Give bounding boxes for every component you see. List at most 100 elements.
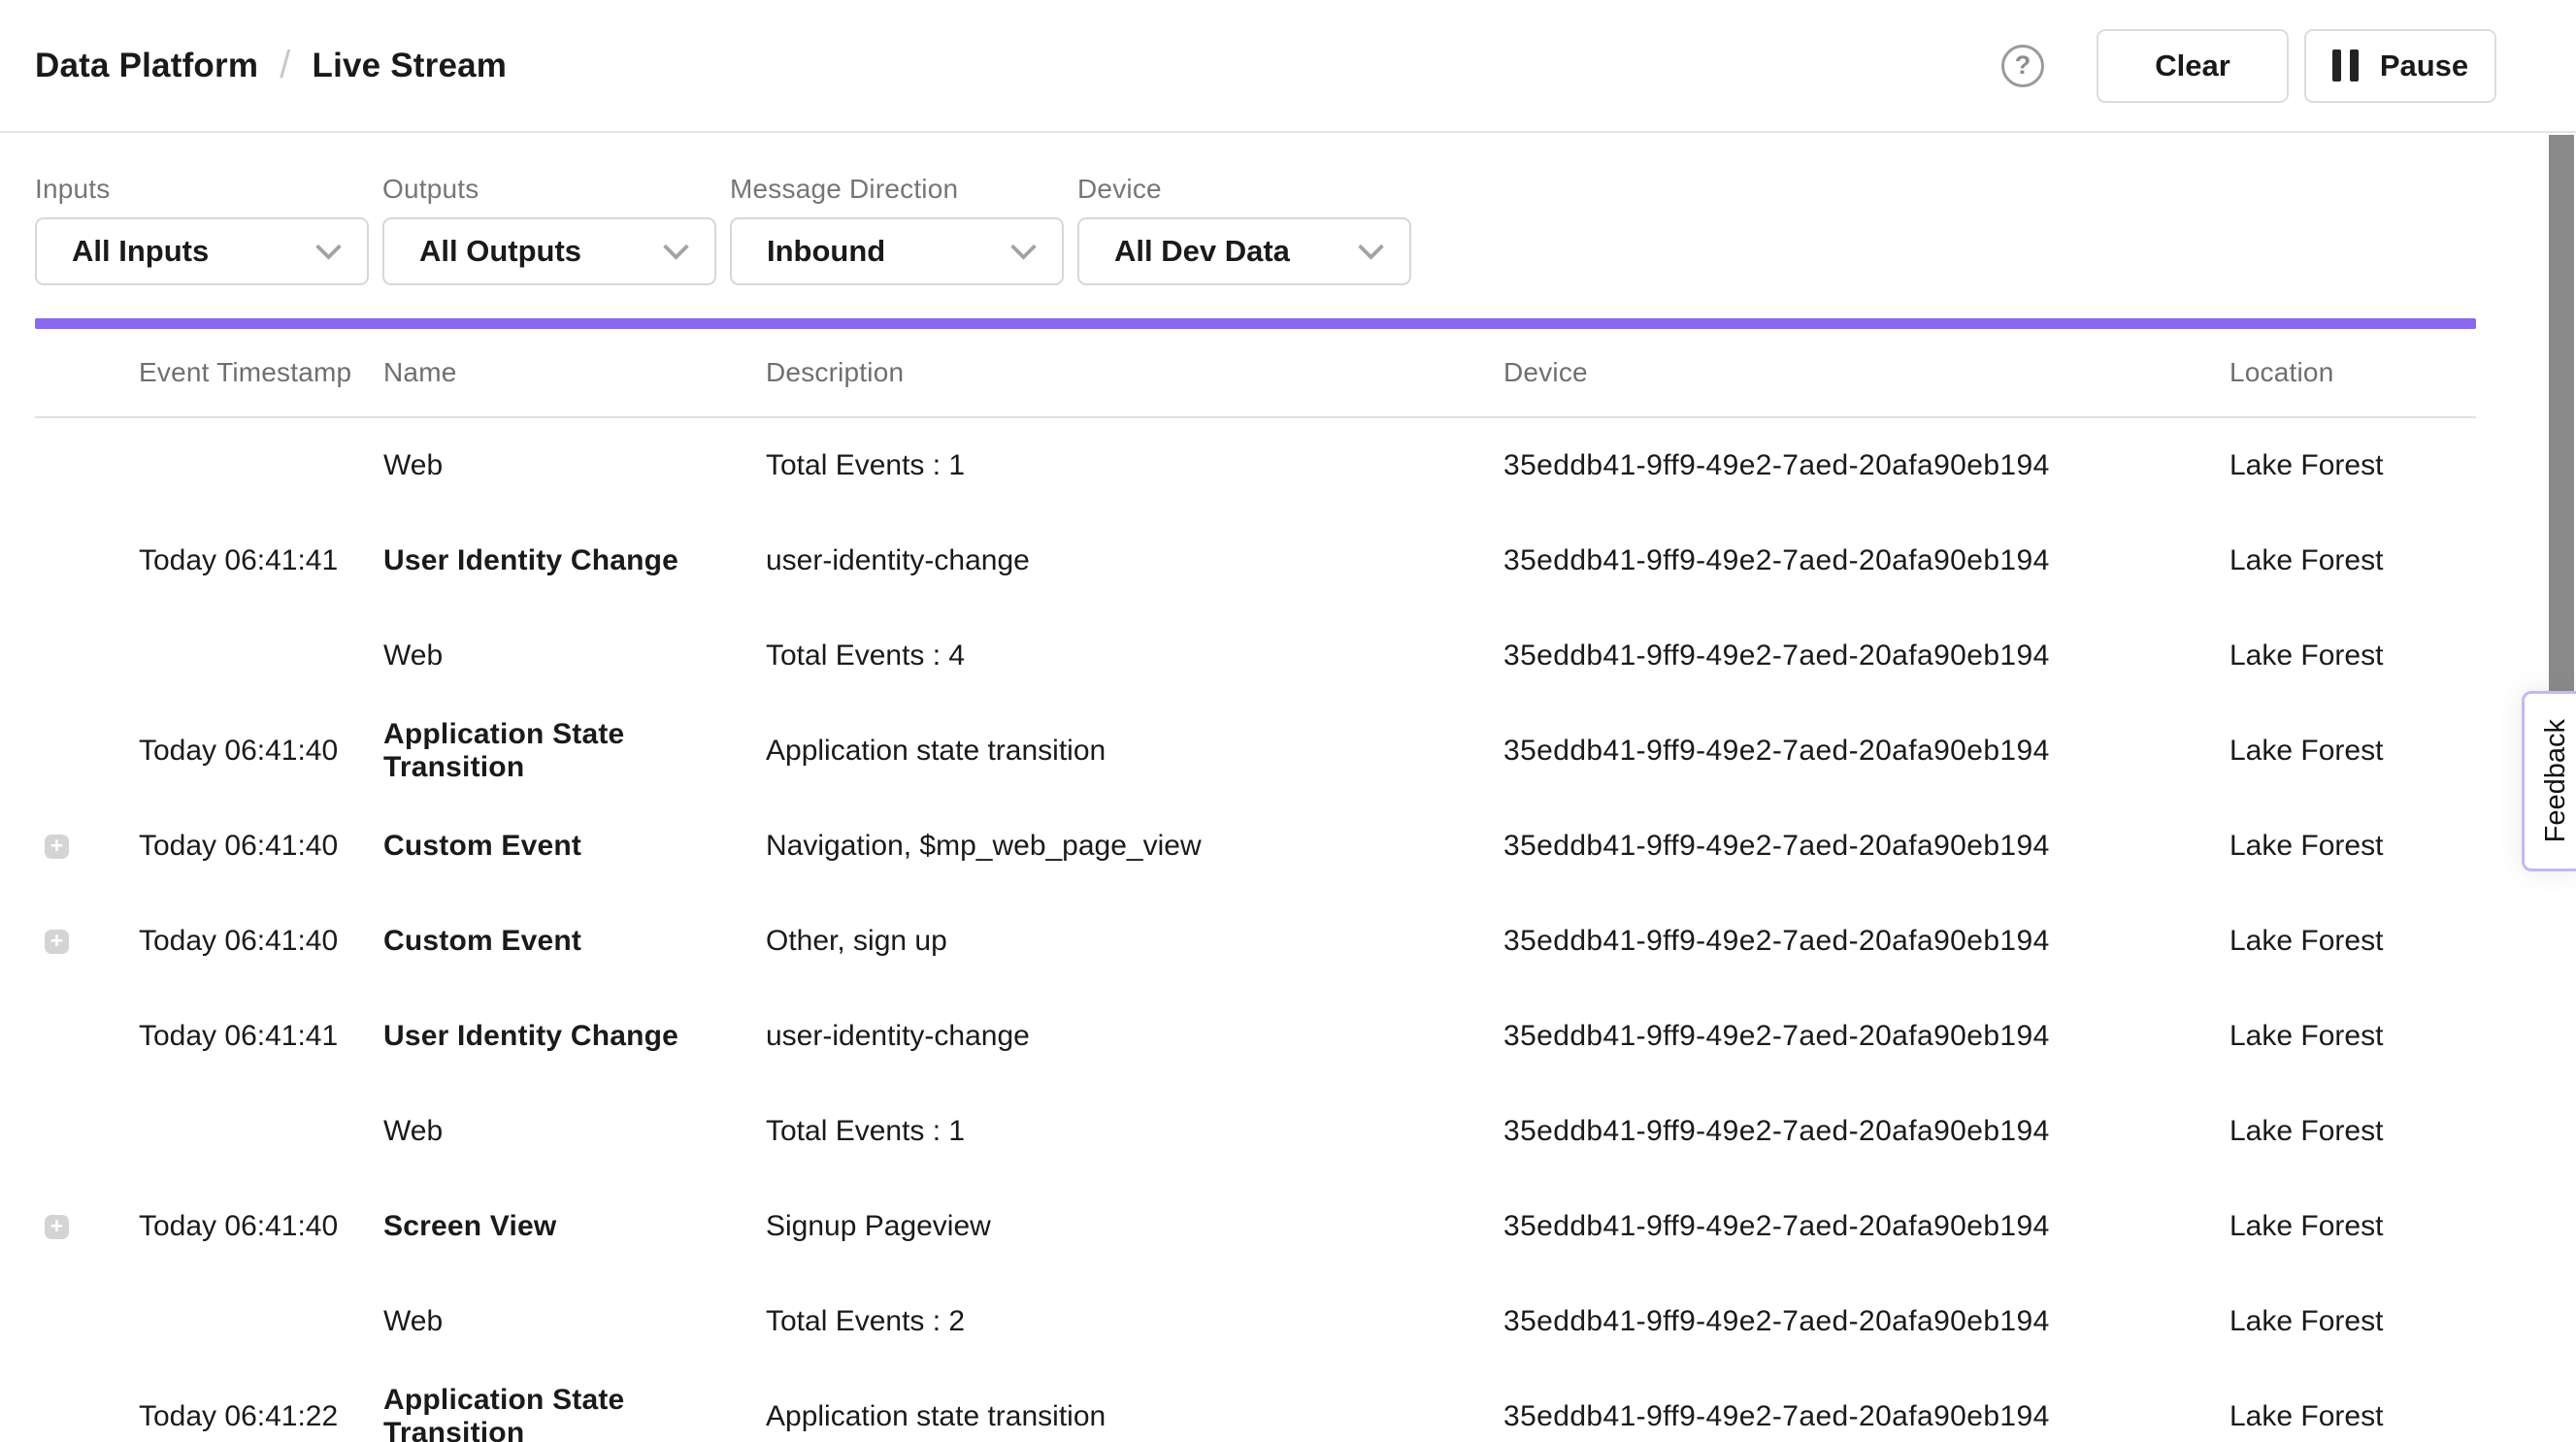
- event-row-expand-cell: +: [35, 835, 139, 859]
- event-name-cell: Custom Event: [383, 830, 766, 863]
- event-description-cell: Total Events : 4: [766, 639, 1503, 672]
- inputs-filter-label: Inputs: [35, 174, 369, 205]
- event-timestamp-cell: Today 06:41:40: [139, 735, 383, 768]
- outputs-filter-label: Outputs: [382, 174, 716, 205]
- clear-button-label: Clear: [2155, 49, 2230, 83]
- event-name-cell: User Identity Change: [383, 1020, 766, 1053]
- chevron-down-icon: [1358, 234, 1384, 260]
- page-header: Data Platform / Live Stream ? Clear Paus…: [0, 0, 2576, 133]
- event-location-cell: Lake Forest: [2229, 1020, 2476, 1053]
- event-description-cell: Application state transition: [766, 735, 1503, 768]
- event-description-cell: Total Events : 1: [766, 1115, 1503, 1148]
- event-row-expand-cell: +: [35, 1310, 139, 1334]
- pause-button[interactable]: Pause: [2304, 29, 2496, 103]
- event-row[interactable]: + Web Total Events : 1 35eddb41-9ff9-49e…: [35, 1084, 2476, 1179]
- column-header-description: Description: [766, 357, 1503, 388]
- chevron-down-icon: [315, 234, 342, 260]
- event-device-cell: 35eddb41-9ff9-49e2-7aed-20afa90eb194: [1503, 1305, 2229, 1338]
- events-table-body: + Web Total Events : 1 35eddb41-9ff9-49e…: [35, 418, 2476, 1442]
- event-location-cell: Lake Forest: [2229, 449, 2476, 482]
- event-device-cell: 35eddb41-9ff9-49e2-7aed-20afa90eb194: [1503, 1115, 2229, 1148]
- event-description-cell: Other, sign up: [766, 925, 1503, 958]
- vertical-scrollbar[interactable]: [2549, 135, 2574, 691]
- column-header-location: Location: [2229, 357, 2476, 388]
- device-filter-select[interactable]: All Dev Data: [1077, 217, 1411, 285]
- event-description-cell: Total Events : 2: [766, 1305, 1503, 1338]
- column-header-name: Name: [383, 357, 766, 388]
- event-location-cell: Lake Forest: [2229, 1210, 2476, 1243]
- event-row-expand-cell: +: [35, 549, 139, 574]
- expand-icon[interactable]: +: [45, 930, 69, 954]
- event-location-cell: Lake Forest: [2229, 830, 2476, 863]
- event-row[interactable]: + Today 06:41:22 Application State Trans…: [35, 1369, 2476, 1442]
- event-row[interactable]: + Today 06:41:40 Custom Event Navigation…: [35, 799, 2476, 894]
- event-device-cell: 35eddb41-9ff9-49e2-7aed-20afa90eb194: [1503, 1210, 2229, 1243]
- event-name-cell: User Identity Change: [383, 544, 766, 577]
- event-description-cell: user-identity-change: [766, 1020, 1503, 1053]
- inputs-filter-value: All Inputs: [72, 234, 209, 269]
- event-name-cell: Custom Event: [383, 925, 766, 958]
- table-header-row: Event Timestamp Name Description Device …: [35, 329, 2476, 418]
- plus-glyph: +: [50, 835, 63, 857]
- pause-icon: [2332, 49, 2359, 82]
- event-row[interactable]: + Today 06:41:41 User Identity Change us…: [35, 989, 2476, 1084]
- chevron-down-icon: [663, 234, 689, 260]
- chevron-down-icon: [1010, 234, 1037, 260]
- expand-icon[interactable]: +: [45, 835, 69, 859]
- event-row-expand-cell: +: [35, 930, 139, 954]
- message-direction-filter-label: Message Direction: [730, 174, 1064, 205]
- event-timestamp-cell: Today 06:41:40: [139, 1210, 383, 1243]
- event-description-cell: user-identity-change: [766, 544, 1503, 577]
- event-name-cell: Web: [383, 1305, 766, 1338]
- event-name-cell: Application State Transition: [383, 718, 766, 784]
- event-row[interactable]: + Web Total Events : 2 35eddb41-9ff9-49e…: [35, 1274, 2476, 1369]
- feedback-tab[interactable]: Feedback: [2522, 691, 2576, 871]
- breadcrumb-separator: /: [280, 44, 290, 87]
- event-timestamp-cell: Today 06:41:41: [139, 1020, 383, 1053]
- event-name-cell: Web: [383, 449, 766, 482]
- plus-glyph: +: [50, 1215, 63, 1237]
- inputs-filter-select[interactable]: All Inputs: [35, 217, 369, 285]
- device-filter-value: All Dev Data: [1114, 234, 1290, 269]
- event-row[interactable]: + Web Total Events : 1 35eddb41-9ff9-49e…: [35, 418, 2476, 513]
- event-name-cell: Web: [383, 639, 766, 672]
- column-header-event-timestamp: Event Timestamp: [139, 357, 383, 388]
- event-row[interactable]: + Web Total Events : 4 35eddb41-9ff9-49e…: [35, 608, 2476, 704]
- live-stream-progress-bar: [35, 318, 2476, 329]
- filter-inputs: Inputs All Inputs: [35, 174, 369, 285]
- events-table: Event Timestamp Name Description Device …: [35, 329, 2476, 1442]
- event-location-cell: Lake Forest: [2229, 544, 2476, 577]
- event-description-cell: Total Events : 1: [766, 449, 1503, 482]
- event-device-cell: 35eddb41-9ff9-49e2-7aed-20afa90eb194: [1503, 544, 2229, 577]
- event-row[interactable]: + Today 06:41:41 User Identity Change us…: [35, 513, 2476, 608]
- message-direction-filter-select[interactable]: Inbound: [730, 217, 1064, 285]
- message-direction-filter-value: Inbound: [767, 234, 885, 269]
- device-filter-label: Device: [1077, 174, 1411, 205]
- event-row-expand-cell: +: [35, 1215, 139, 1239]
- clear-button[interactable]: Clear: [2097, 29, 2289, 103]
- event-row-expand-cell: +: [35, 1120, 139, 1144]
- filter-outputs: Outputs All Outputs: [382, 174, 716, 285]
- expand-icon[interactable]: +: [45, 1215, 69, 1239]
- event-device-cell: 35eddb41-9ff9-49e2-7aed-20afa90eb194: [1503, 830, 2229, 863]
- outputs-filter-select[interactable]: All Outputs: [382, 217, 716, 285]
- breadcrumb: Data Platform / Live Stream: [35, 44, 507, 87]
- breadcrumb-section[interactable]: Data Platform: [35, 47, 258, 85]
- event-row-expand-cell: +: [35, 1405, 139, 1429]
- event-device-cell: 35eddb41-9ff9-49e2-7aed-20afa90eb194: [1503, 735, 2229, 768]
- filter-message-direction: Message Direction Inbound: [730, 174, 1064, 285]
- event-location-cell: Lake Forest: [2229, 735, 2476, 768]
- help-icon[interactable]: ?: [2001, 45, 2044, 87]
- event-row-expand-cell: +: [35, 739, 139, 764]
- breadcrumb-page-title: Live Stream: [312, 47, 507, 85]
- event-row[interactable]: + Today 06:41:40 Application State Trans…: [35, 704, 2476, 799]
- event-row[interactable]: + Today 06:41:40 Screen View Signup Page…: [35, 1179, 2476, 1274]
- outputs-filter-value: All Outputs: [419, 234, 581, 269]
- event-name-cell: Screen View: [383, 1210, 766, 1243]
- event-row[interactable]: + Today 06:41:40 Custom Event Other, sig…: [35, 894, 2476, 989]
- plus-glyph: +: [50, 930, 63, 952]
- event-location-cell: Lake Forest: [2229, 639, 2476, 672]
- event-device-cell: 35eddb41-9ff9-49e2-7aed-20afa90eb194: [1503, 925, 2229, 958]
- event-description-cell: Navigation, $mp_web_page_view: [766, 830, 1503, 863]
- help-glyph: ?: [2015, 50, 2031, 81]
